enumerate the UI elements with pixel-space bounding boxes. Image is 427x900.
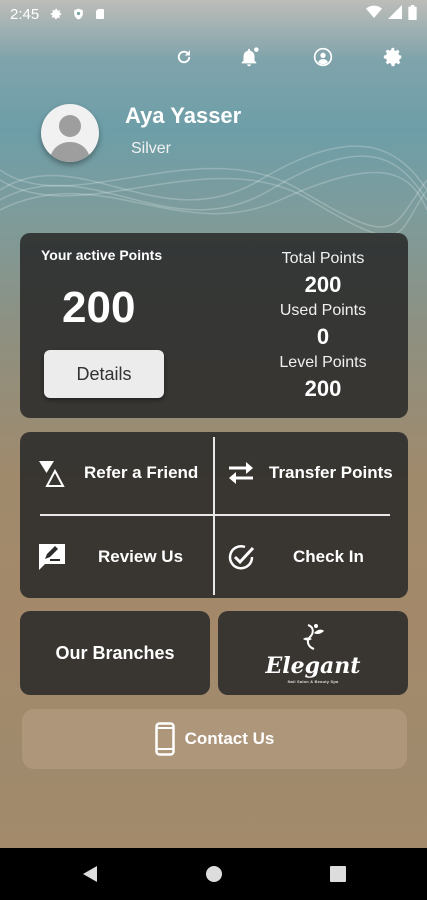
used-points-label: Used Points — [279, 302, 367, 319]
settings-icon[interactable] — [378, 42, 408, 72]
recents-icon[interactable] — [328, 864, 348, 884]
contact-us-label: Contact Us — [184, 729, 275, 748]
active-points-value: 200 — [62, 283, 136, 332]
notification-bell-icon[interactable] — [234, 42, 264, 72]
smartphone-icon — [154, 722, 175, 756]
back-icon[interactable] — [80, 864, 100, 884]
contact-us-button[interactable]: Contact Us — [22, 709, 407, 769]
refer-friend-icon — [34, 455, 70, 491]
shield-icon — [71, 7, 85, 21]
elegant-logo-icon — [303, 623, 324, 650]
points-stats: Total Points 200 Used Points 0 Level Poi… — [268, 248, 378, 404]
check-in-label: Check In — [293, 547, 364, 566]
active-points-title: Your active Points — [41, 247, 163, 263]
home-icon[interactable] — [204, 864, 224, 884]
signal-icon — [388, 5, 402, 23]
level-points-value: 200 — [304, 376, 342, 401]
status-bar: 2:45 — [0, 0, 427, 28]
actions-card: Refer a Friend Transfer Points Review Us… — [20, 432, 408, 598]
transfer-points-label: Transfer Points — [269, 463, 393, 482]
sd-card-icon — [93, 7, 107, 21]
check-circle-icon — [223, 539, 259, 575]
top-action-bar — [0, 42, 427, 72]
avatar[interactable] — [41, 104, 99, 162]
check-in-button[interactable]: Check In — [223, 527, 405, 587]
vertical-divider — [213, 437, 215, 595]
review-icon — [34, 539, 70, 575]
brand-logo-card[interactable]: Elegant Nail Salon & Beauty Spa — [218, 611, 408, 695]
wifi-icon — [366, 5, 382, 23]
battery-icon — [408, 4, 417, 24]
transfer-points-button[interactable]: Transfer Points — [223, 443, 405, 503]
status-time: 2:45 — [10, 5, 40, 23]
brand-logo-name: Elegant — [265, 652, 361, 679]
person-icon — [49, 115, 91, 162]
refer-friend-label: Refer a Friend — [84, 463, 199, 482]
refer-friend-button[interactable]: Refer a Friend — [34, 443, 209, 503]
profile-level: Silver — [131, 140, 172, 157]
review-us-label: Review Us — [98, 547, 184, 566]
our-branches-button[interactable]: Our Branches — [20, 611, 210, 695]
profile-name: Aya Yasser — [125, 103, 242, 128]
total-points-value: 200 — [304, 272, 342, 297]
refresh-icon[interactable] — [169, 42, 199, 72]
our-branches-label: Our Branches — [55, 642, 175, 663]
gear-icon — [49, 7, 63, 21]
review-us-button[interactable]: Review Us — [34, 527, 209, 587]
level-points-label: Level Points — [279, 354, 367, 371]
used-points-value: 0 — [316, 324, 330, 349]
points-card: Your active Points 200 Details Total Poi… — [20, 233, 408, 418]
brand-logo-tagline: Nail Salon & Beauty Spa — [287, 678, 339, 684]
transfer-arrows-icon — [223, 455, 259, 491]
total-points-label: Total Points — [281, 250, 365, 267]
account-icon[interactable] — [308, 42, 338, 72]
horizontal-divider — [40, 514, 390, 516]
details-button[interactable]: Details — [44, 350, 164, 398]
system-navigation-bar — [0, 848, 427, 900]
